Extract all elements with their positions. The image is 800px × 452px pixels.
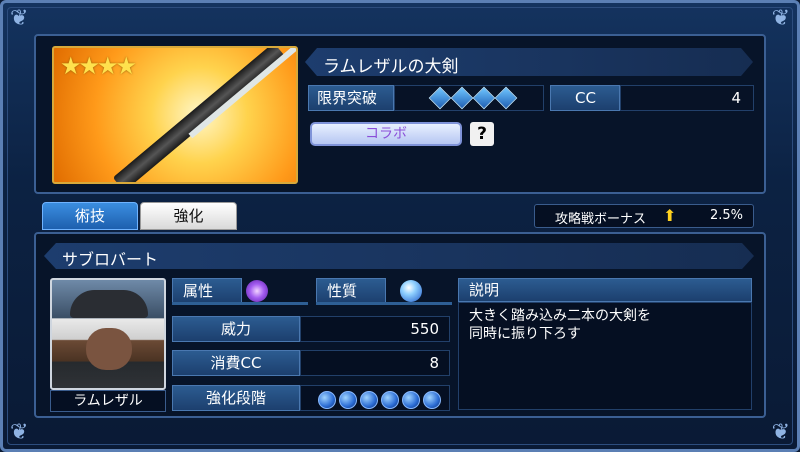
blue-orb-icon <box>400 280 422 302</box>
skill-name-bar: サブロバート <box>44 243 754 269</box>
enhancement-orb-icon <box>339 391 357 409</box>
description-line: 大きく踏み込み二本の大剣を <box>469 308 651 324</box>
power-label: 威力 <box>172 316 300 342</box>
cc-label: CC <box>550 85 620 111</box>
cc-cost-label: 消費CC <box>172 350 300 376</box>
limit-gem-icon <box>428 86 452 110</box>
cap-shape <box>70 290 148 318</box>
corner-ornament-icon: ❦ <box>771 420 790 445</box>
up-arrow-icon: ⬆ <box>663 206 677 225</box>
purple-element-icon <box>246 280 268 302</box>
description-label: 説明 <box>458 278 752 302</box>
bonus-value: 2.5% <box>709 208 743 223</box>
enhancement-orb-icon <box>402 391 420 409</box>
description-line: 同時に振り下ろす <box>469 326 581 342</box>
face-shape <box>86 328 132 370</box>
corner-ornament-icon: ❦ <box>10 420 29 445</box>
nature-underline <box>316 302 452 305</box>
tab-enhance[interactable]: 強化 <box>140 202 237 230</box>
enhancement-orb-icon <box>423 391 441 409</box>
limit-gem-icon <box>450 86 474 110</box>
bonus-label: 攻略戦ボーナス <box>555 212 647 227</box>
corner-ornament-icon: ❦ <box>771 6 790 31</box>
enhancement-orbs <box>318 391 441 409</box>
corner-ornament-icon: ❦ <box>10 6 29 31</box>
limit-break-label: 限界突破 <box>308 85 394 111</box>
weapon-name-bar: ラムレザルの大剣 <box>305 48 753 76</box>
nature-label: 性質 <box>316 278 386 304</box>
description-text: 大きく踏み込み二本の大剣を 同時に振り下ろす <box>458 302 752 410</box>
help-button[interactable]: ? <box>470 122 494 146</box>
attribute-label: 属性 <box>172 278 242 304</box>
character-name: ラムレザル <box>50 390 166 412</box>
sword-icon <box>112 48 286 182</box>
enhancement-orb-icon <box>360 391 378 409</box>
weapon-image: ★★★★ <box>52 46 298 184</box>
skill-name: サブロバート <box>62 250 159 269</box>
attribute-underline <box>172 302 308 305</box>
rarity-stars: ★★★★ <box>60 52 137 80</box>
limit-gem-icon <box>472 86 496 110</box>
sword-blade <box>188 48 296 139</box>
weapon-name: ラムレザルの大剣 <box>323 57 459 77</box>
raid-bonus: 攻略戦ボーナス ⬆ 2.5% <box>534 204 754 228</box>
cc-value: 4 <box>620 85 754 111</box>
tab-skill[interactable]: 術技 <box>42 202 138 230</box>
cc-cost-value: 8 <box>300 350 450 376</box>
limit-gem-icon <box>494 86 518 110</box>
collab-badge[interactable]: コラボ <box>310 122 462 146</box>
enhancement-orb-icon <box>318 391 336 409</box>
limit-break-gems <box>428 86 518 110</box>
enhancement-level-label: 強化段階 <box>172 385 300 411</box>
enhancement-orb-icon <box>381 391 399 409</box>
character-portrait <box>50 278 166 390</box>
power-value: 550 <box>300 316 450 342</box>
